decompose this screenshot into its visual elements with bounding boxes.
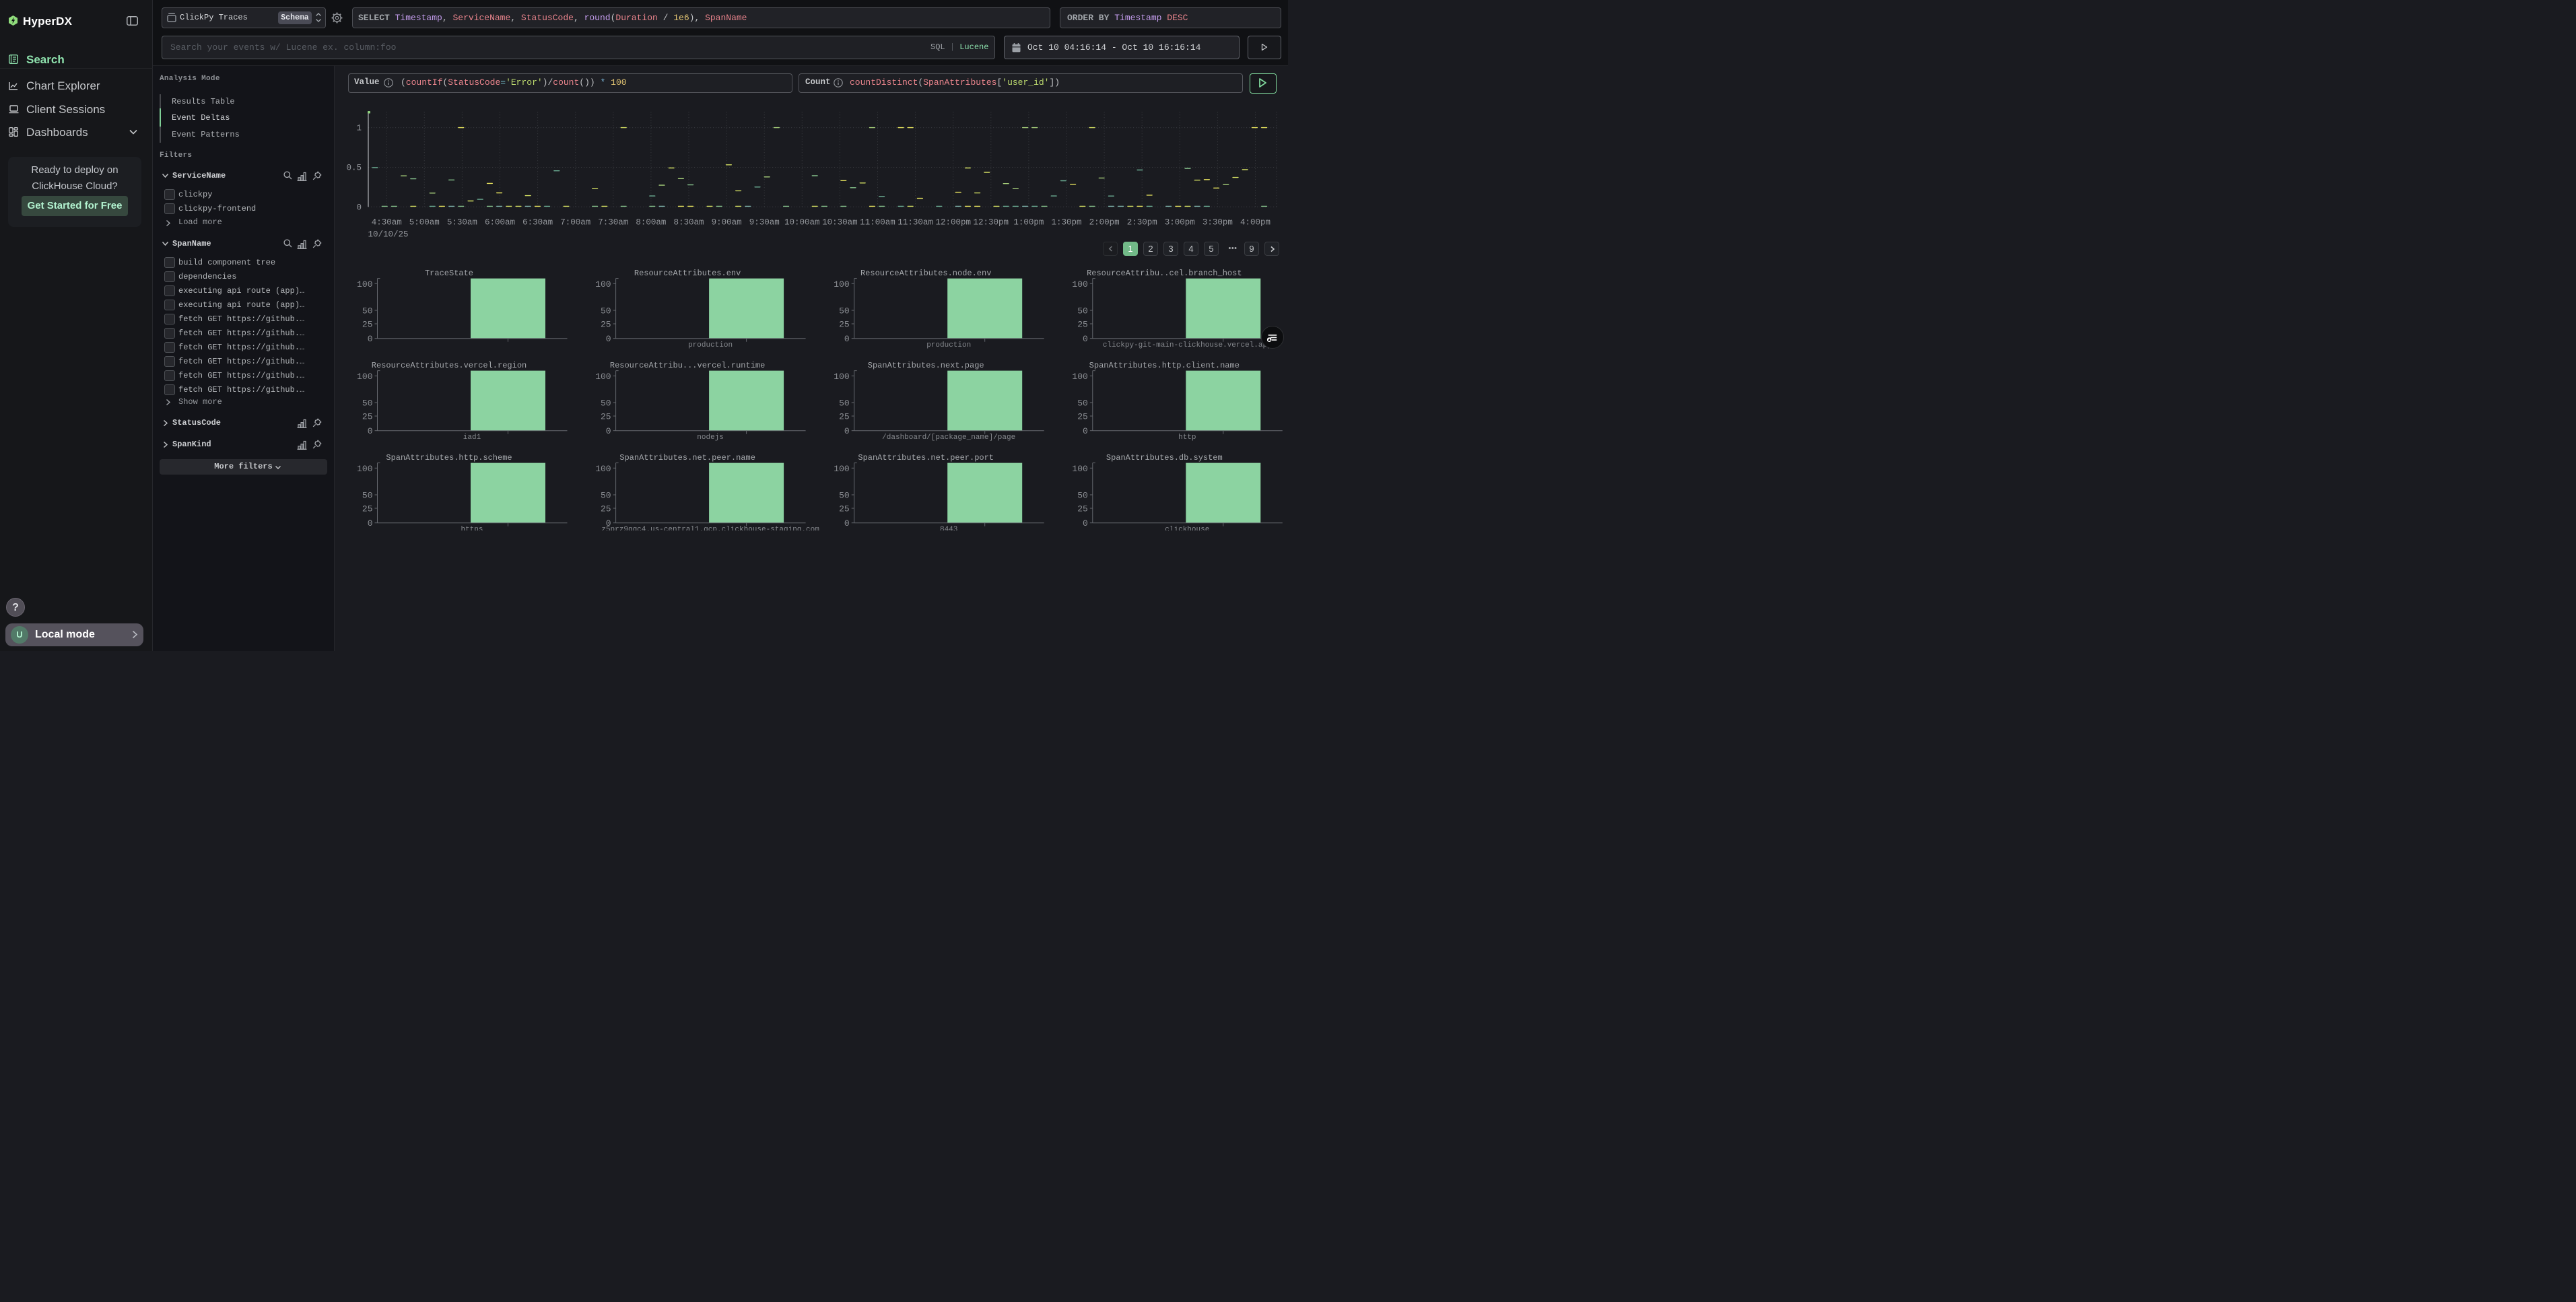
svg-text:50: 50 xyxy=(1077,491,1088,501)
svg-text:7:00am: 7:00am xyxy=(560,217,590,227)
svg-text:25: 25 xyxy=(1077,320,1088,330)
svg-text:production: production xyxy=(926,341,971,349)
svg-text:TraceState: TraceState xyxy=(424,269,473,278)
svg-text:ResourceAttributes.node.env: ResourceAttributes.node.env xyxy=(860,269,990,278)
svg-text:0: 0 xyxy=(844,334,849,344)
svg-text:5:30am: 5:30am xyxy=(447,217,477,227)
svg-text:12:30pm: 12:30pm xyxy=(974,217,1009,227)
svg-text:25: 25 xyxy=(362,320,372,330)
svg-text:0: 0 xyxy=(605,426,611,436)
svg-text:SpanAttributes.db.system: SpanAttributes.db.system xyxy=(1106,453,1222,462)
svg-text:0.5: 0.5 xyxy=(346,164,362,173)
svg-text:25: 25 xyxy=(600,412,611,422)
svg-text:SpanAttributes.http.scheme: SpanAttributes.http.scheme xyxy=(386,453,512,462)
svg-text:50: 50 xyxy=(362,306,372,316)
svg-text:50: 50 xyxy=(1077,306,1088,316)
svg-text:/dashboard/[package_name]/page: /dashboard/[package_name]/page xyxy=(882,434,1015,442)
svg-text:10:00am: 10:00am xyxy=(784,217,820,227)
svg-text:https: https xyxy=(461,526,483,530)
svg-text:ResourceAttribu..cel.branch_ho: ResourceAttribu..cel.branch_host xyxy=(1087,269,1242,278)
svg-text:0: 0 xyxy=(844,518,849,528)
svg-text:100: 100 xyxy=(834,372,849,382)
svg-text:4:00pm: 4:00pm xyxy=(1240,217,1270,227)
svg-text:7:30am: 7:30am xyxy=(598,217,628,227)
svg-text:10/10/25: 10/10/25 xyxy=(368,230,409,239)
svg-text:100: 100 xyxy=(357,372,372,382)
svg-text:25: 25 xyxy=(362,412,372,422)
svg-text:25: 25 xyxy=(600,320,611,330)
svg-text:50: 50 xyxy=(362,491,372,501)
svg-text:9:00am: 9:00am xyxy=(712,217,742,227)
svg-text:SpanAttributes.http.client.nam: SpanAttributes.http.client.name xyxy=(1089,361,1239,370)
svg-text:6:00am: 6:00am xyxy=(485,217,515,227)
svg-text:0: 0 xyxy=(1082,426,1087,436)
svg-text:100: 100 xyxy=(1072,279,1087,289)
svg-text:11:00am: 11:00am xyxy=(860,217,895,227)
svg-text:clickpy-git-main-clickhouse.ve: clickpy-git-main-clickhouse.vercel.app xyxy=(1102,341,1271,349)
svg-text:11:30am: 11:30am xyxy=(897,217,933,227)
svg-text:8:30am: 8:30am xyxy=(673,217,704,227)
svg-text:100: 100 xyxy=(1072,372,1087,382)
svg-text:0: 0 xyxy=(367,426,372,436)
svg-text:50: 50 xyxy=(839,399,850,409)
svg-text:SpanAttributes.next.page: SpanAttributes.next.page xyxy=(867,361,984,370)
svg-text:25: 25 xyxy=(600,504,611,514)
svg-text:3:00pm: 3:00pm xyxy=(1165,217,1195,227)
svg-text:0: 0 xyxy=(605,334,611,344)
svg-text:3:30pm: 3:30pm xyxy=(1202,217,1233,227)
svg-text:6:30am: 6:30am xyxy=(522,217,553,227)
svg-text:10:30am: 10:30am xyxy=(822,217,858,227)
svg-text:100: 100 xyxy=(1072,464,1087,474)
svg-text:0: 0 xyxy=(356,203,362,212)
svg-text:25: 25 xyxy=(1077,412,1088,422)
svg-text:50: 50 xyxy=(1077,399,1088,409)
svg-text:100: 100 xyxy=(595,372,611,382)
svg-text:9:30am: 9:30am xyxy=(749,217,780,227)
svg-text:50: 50 xyxy=(600,491,611,501)
svg-text:iad1: iad1 xyxy=(463,434,481,442)
svg-text:SpanAttributes.net.peer.port: SpanAttributes.net.peer.port xyxy=(858,453,994,462)
svg-text:production: production xyxy=(688,341,733,349)
svg-text:1:30pm: 1:30pm xyxy=(1051,217,1081,227)
svg-text:50: 50 xyxy=(839,306,850,316)
svg-text:1: 1 xyxy=(356,124,362,133)
svg-text:100: 100 xyxy=(357,279,372,289)
svg-text:4:30am: 4:30am xyxy=(372,217,402,227)
svg-text:z5prz9ggc4.us-central1.gcp.cli: z5prz9ggc4.us-central1.gcp.clickhouse-st… xyxy=(601,526,819,530)
svg-text:12:00pm: 12:00pm xyxy=(935,217,971,227)
svg-text:50: 50 xyxy=(362,399,372,409)
svg-text:100: 100 xyxy=(595,279,611,289)
svg-text:nodejs: nodejs xyxy=(697,434,724,442)
svg-text:2:30pm: 2:30pm xyxy=(1127,217,1157,227)
svg-text:8:00am: 8:00am xyxy=(636,217,666,227)
svg-text:50: 50 xyxy=(600,399,611,409)
svg-text:0: 0 xyxy=(1082,518,1087,528)
svg-text:5:00am: 5:00am xyxy=(409,217,440,227)
svg-text:SpanAttributes.net.peer.name: SpanAttributes.net.peer.name xyxy=(619,453,755,462)
svg-text:ResourceAttributes.vercel.regi: ResourceAttributes.vercel.region xyxy=(371,361,526,370)
svg-text:25: 25 xyxy=(362,504,372,514)
svg-text:100: 100 xyxy=(834,279,849,289)
svg-text:0: 0 xyxy=(367,518,372,528)
svg-text:ResourceAttributes.env: ResourceAttributes.env xyxy=(634,269,740,278)
svg-text:25: 25 xyxy=(839,320,850,330)
svg-text:25: 25 xyxy=(1077,504,1088,514)
svg-text:http: http xyxy=(1178,434,1196,442)
svg-text:50: 50 xyxy=(600,306,611,316)
svg-text:100: 100 xyxy=(834,464,849,474)
svg-text:clickhouse: clickhouse xyxy=(1165,526,1209,530)
svg-text:100: 100 xyxy=(357,464,372,474)
svg-text:0: 0 xyxy=(1082,334,1087,344)
svg-text:2:00pm: 2:00pm xyxy=(1089,217,1120,227)
svg-text:25: 25 xyxy=(839,412,850,422)
svg-text:ResourceAttribu...vercel.runti: ResourceAttribu...vercel.runtime xyxy=(609,361,764,370)
svg-text:8443: 8443 xyxy=(939,526,957,530)
svg-text:50: 50 xyxy=(839,491,850,501)
svg-text:0: 0 xyxy=(844,426,849,436)
svg-text:100: 100 xyxy=(595,464,611,474)
svg-text:1:00pm: 1:00pm xyxy=(1013,217,1044,227)
svg-text:25: 25 xyxy=(839,504,850,514)
svg-text:0: 0 xyxy=(367,334,372,344)
